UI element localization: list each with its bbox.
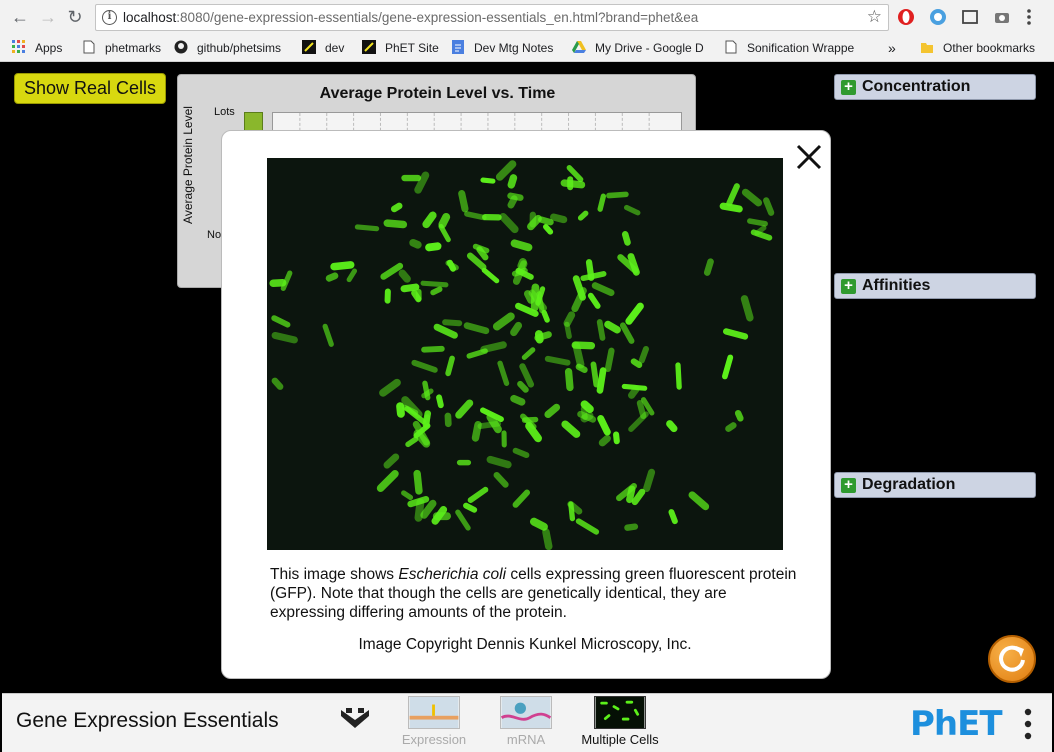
ecoli-cell [456,459,472,466]
ecoli-gfp-micrograph [267,158,783,550]
concentration-panel-toggle[interactable]: + Concentration [834,74,1036,100]
bookmarks-overflow[interactable]: » [888,40,896,58]
ecoli-cell [444,412,452,428]
show-real-cells-button[interactable]: Show Real Cells [14,73,166,104]
lots-label: Lots [214,106,235,118]
sim-title: Gene Expression Essentials [16,709,279,732]
ecoli-cell [269,279,287,287]
bookmark-sonification[interactable]: Sonification Wrappe [724,40,854,58]
ecoli-cell [571,341,596,350]
ecoli-cell [401,174,422,182]
address-bar[interactable]: i localhost:8080/gene-expression-essenti… [95,4,889,31]
chart-y-axis-label: Average Protein Level [181,106,195,224]
close-icon[interactable] [792,140,826,174]
chart-title: Average Protein Level vs. Time [319,85,556,102]
micrograph-caption: This image shows Escherichia coli cells … [270,566,797,621]
ecoli-cell [432,512,451,521]
protein-color-swatch [244,112,263,131]
browser-menu-icon[interactable] [1024,8,1034,26]
screen-button-mrna[interactable]: mRNA [486,696,566,751]
ecoli-cell [501,430,507,448]
page-icon [83,40,95,54]
camera-extension-icon[interactable] [993,8,1011,26]
reset-arrow-icon [999,645,1025,672]
multiple-cells-screen-thumbnail [594,696,646,729]
bookmark-phetmarks[interactable]: phetmarks [82,40,161,58]
screen-button-multiple-cells[interactable]: Multiple Cells [580,696,660,751]
affinities-panel-toggle[interactable]: + Affinities [834,273,1036,299]
bookmark-github[interactable]: github/phetsims [174,40,281,58]
screen-button-expression[interactable]: Expression [394,696,474,751]
reload-icon[interactable]: ↻ [63,5,87,29]
image-copyright: Image Copyright Dennis Kunkel Microscopy… [358,636,692,653]
page-icon [725,40,737,54]
mrna-screen-thumbnail [500,696,552,729]
phet-menu-icon[interactable] [1024,707,1032,741]
extension-circle-icon[interactable] [929,8,947,26]
bookmark-phet-site[interactable]: PhET Site [362,40,439,58]
phet-logo: PhET [910,704,1003,744]
expression-screen-thumbnail [408,696,460,729]
drive-icon [572,41,586,53]
bookmark-apps[interactable]: Apps [12,40,62,58]
forward-arrow-icon[interactable]: → [36,5,60,29]
expand-plus-icon: + [841,477,856,493]
opera-extension-icon[interactable] [897,8,915,26]
real-cells-dialog: This image shows Escherichia coli cells … [221,130,831,679]
ecoli-cell [530,283,540,312]
fullscreen-extension-icon[interactable] [961,8,979,26]
bookmark-other[interactable]: Other bookmarks [920,40,1035,58]
github-icon [174,40,188,54]
home-screen-icon[interactable] [338,706,372,734]
expand-plus-icon: + [841,79,856,95]
back-arrow-icon[interactable]: ← [8,5,32,29]
ecoli-cell [421,345,445,353]
site-info-icon[interactable]: i [102,10,117,25]
docs-icon [452,40,464,54]
bookmarks-bar: Apps phetmarks github/phetsims dev PhET … [0,35,1054,62]
phet-icon [302,40,316,54]
ecoli-cell [384,288,391,304]
none-label: No [207,229,222,241]
url-text: localhost:8080/gene-expression-essential… [123,10,699,25]
apps-grid-icon [12,40,25,53]
expand-plus-icon: + [841,278,856,294]
bookmark-my-drive[interactable]: My Drive - Google D [572,40,704,58]
degradation-panel-toggle[interactable]: + Degradation [834,472,1036,498]
bookmark-dev[interactable]: dev [302,40,344,58]
reset-all-button[interactable] [988,635,1036,683]
bookmark-star-icon[interactable]: ☆ [867,7,882,27]
sim-navigation-bar: Gene Expression Essentials Expression mR… [2,693,1052,752]
browser-toolbar: ← → ↻ i localhost:8080/gene-expression-e… [0,0,1054,35]
phet-icon [362,40,376,54]
folder-icon [921,43,933,53]
bookmark-dev-mtg-notes[interactable]: Dev Mtg Notes [451,40,553,58]
